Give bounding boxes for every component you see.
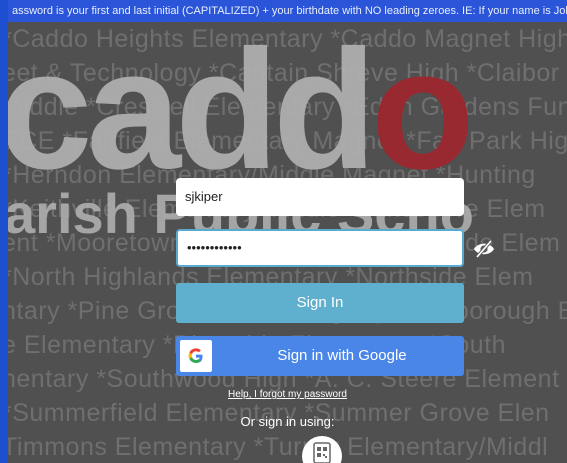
google-sign-in-label: Sign in with Google <box>277 347 407 364</box>
qr-badge-icon <box>313 442 331 463</box>
login-page: *Caddo Heights Elementary *Caddo Magnet … <box>8 0 567 463</box>
username-value: sjkiper <box>185 189 223 204</box>
password-value: •••••••••••• <box>187 240 242 255</box>
username-field[interactable]: sjkiper <box>176 178 464 216</box>
password-hint-banner: assword is your first and last initial (… <box>8 0 567 22</box>
show-password-icon[interactable] <box>473 240 495 258</box>
sign-in-button[interactable]: Sign In <box>176 283 464 323</box>
password-field[interactable]: •••••••••••• <box>176 229 464 267</box>
forgot-password-link[interactable]: Help, I forgot my password <box>8 389 567 400</box>
google-g-icon <box>180 340 212 372</box>
or-sign-in-label: Or sign in using: <box>240 414 335 429</box>
google-sign-in-button[interactable]: Sign in with Google <box>176 336 464 376</box>
